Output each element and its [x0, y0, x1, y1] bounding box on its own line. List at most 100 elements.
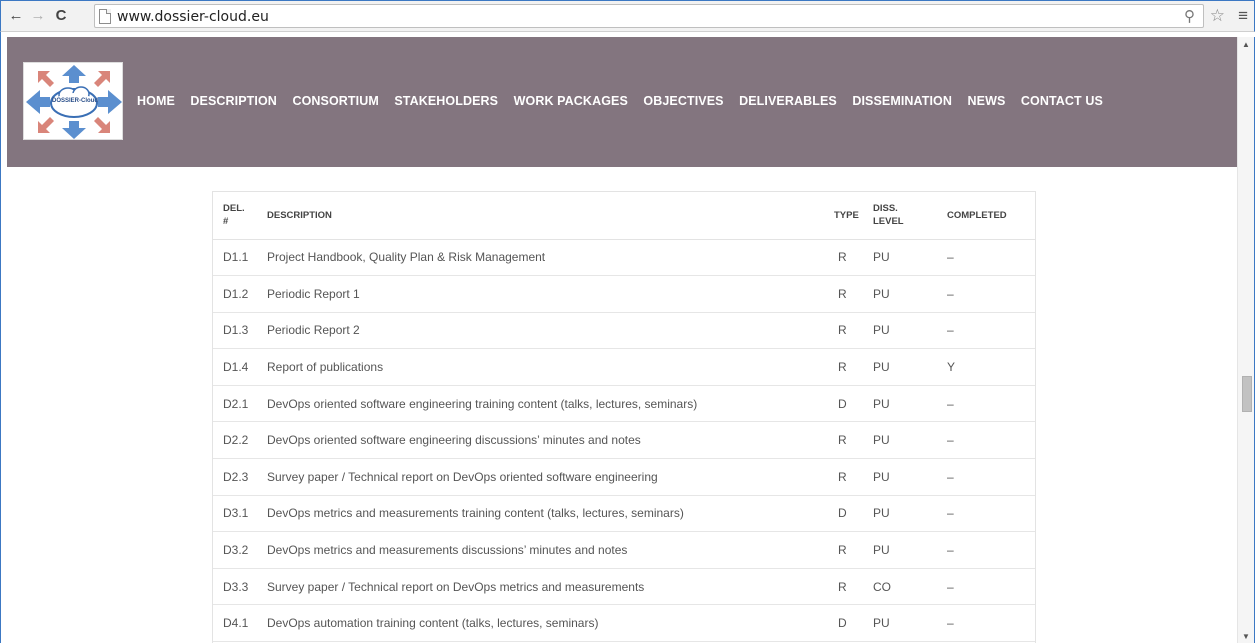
cell-description: Periodic Report 2: [258, 312, 828, 350]
deliverables-table: DEL. # DESCRIPTION TYPE DISS. LEVEL COMP…: [212, 191, 1036, 643]
bookmark-star-icon[interactable]: ☆: [1210, 6, 1225, 26]
table-row: D3.2 DevOps metrics and measurements dis…: [213, 531, 1035, 569]
cell-del: D1.3: [213, 312, 258, 350]
logo-text: DOSSIER-Cloud: [52, 98, 98, 104]
cell-description: Report of publications: [258, 348, 828, 386]
nav-work-packages[interactable]: WORK PACKAGES: [514, 94, 628, 108]
table-header-row: DEL. # DESCRIPTION TYPE DISS. LEVEL COMP…: [213, 192, 1035, 240]
cell-diss-level: PU: [865, 458, 939, 496]
table-row: D2.1 DevOps oriented software engineerin…: [213, 385, 1035, 423]
cell-completed: –: [939, 531, 1035, 569]
cell-description: DevOps oriented software engineering tra…: [258, 385, 828, 423]
nav-dissemination[interactable]: DISSEMINATION: [852, 94, 952, 108]
cell-completed: –: [939, 421, 1035, 460]
cell-completed: –: [939, 312, 1035, 350]
cell-diss-level: PU: [865, 275, 939, 313]
cell-diss-level: PU: [865, 421, 939, 460]
cell-del: D3.3: [213, 568, 258, 606]
cell-diss-level: CO: [865, 568, 939, 606]
diss-header-line1: DISS.: [873, 203, 898, 215]
scroll-thumb[interactable]: [1242, 376, 1252, 412]
cell-type: R: [828, 275, 865, 313]
column-header-del: DEL. #: [213, 192, 258, 240]
del-header-line1: DEL.: [223, 203, 245, 215]
cell-description: DevOps oriented software engineering dis…: [258, 421, 828, 460]
cell-description: DevOps automation training content (talk…: [258, 604, 828, 643]
diss-header-line2: LEVEL: [873, 216, 904, 228]
table-row: D1.4 Report of publications R PU Y: [213, 348, 1035, 386]
table-body: D1.1 Project Handbook, Quality Plan & Ri…: [213, 239, 1035, 643]
cell-del: D1.2: [213, 275, 258, 313]
table-row: D2.3 Survey paper / Technical report on …: [213, 458, 1035, 496]
back-arrow-icon[interactable]: ←: [7, 6, 25, 26]
nav-news[interactable]: NEWS: [968, 94, 1006, 108]
cell-del: D2.2: [213, 421, 258, 460]
cell-type: D: [828, 385, 865, 423]
cell-completed: –: [939, 458, 1035, 496]
cell-completed: –: [939, 604, 1035, 643]
table-row: D1.3 Periodic Report 2 R PU –: [213, 312, 1035, 350]
cell-completed: –: [939, 385, 1035, 423]
table-row: D1.2 Periodic Report 1 R PU –: [213, 275, 1035, 313]
nav-contact-us[interactable]: CONTACT US: [1021, 94, 1103, 108]
cell-type: D: [828, 495, 865, 533]
cell-type: R: [828, 531, 865, 569]
cell-type: R: [828, 421, 865, 460]
cell-description: DevOps metrics and measurements discussi…: [258, 531, 828, 569]
del-header-line2: #: [223, 216, 229, 228]
cell-description: Survey paper / Technical report on DevOp…: [258, 568, 828, 606]
cell-description: Project Handbook, Quality Plan & Risk Ma…: [258, 239, 828, 277]
nav-description[interactable]: DESCRIPTION: [190, 94, 277, 108]
scroll-up-arrow-icon[interactable]: ▲: [1242, 40, 1250, 49]
forward-arrow-icon[interactable]: →: [29, 6, 47, 26]
nav-deliverables[interactable]: DELIVERABLES: [739, 94, 837, 108]
nav-home[interactable]: HOME: [137, 94, 175, 108]
page-scrollbar[interactable]: ▲ ▼: [1237, 37, 1255, 643]
column-header-diss-level: DISS. LEVEL: [865, 192, 939, 240]
cell-diss-level: PU: [865, 239, 939, 277]
main-navigation: HOME DESCRIPTION CONSORTIUM STAKEHOLDERS…: [137, 94, 1118, 108]
table-row: D4.1 DevOps automation training content …: [213, 604, 1035, 643]
cell-type: R: [828, 348, 865, 386]
table-row: D3.1 DevOps metrics and measurements tra…: [213, 495, 1035, 533]
cell-description: Survey paper / Technical report on DevOp…: [258, 458, 828, 496]
cell-type: D: [828, 604, 865, 643]
cell-description: Periodic Report 1: [258, 275, 828, 313]
cell-del: D2.1: [213, 385, 258, 423]
cell-completed: –: [939, 495, 1035, 533]
zoom-icon[interactable]: ⚲: [1184, 7, 1195, 25]
table-row: D1.1 Project Handbook, Quality Plan & Ri…: [213, 239, 1035, 277]
address-bar[interactable]: www.dossier-cloud.eu ⚲ ☆: [94, 4, 1225, 28]
cell-type: R: [828, 312, 865, 350]
cell-del: D4.1: [213, 604, 258, 643]
cell-diss-level: PU: [865, 531, 939, 569]
url-text[interactable]: www.dossier-cloud.eu: [117, 9, 269, 25]
site-header: DOSSIER-Cloud HOME DESCRIPTION CONSORTIU…: [7, 37, 1237, 167]
window-edge: [0, 32, 7, 643]
cell-diss-level: PU: [865, 604, 939, 643]
cell-completed: –: [939, 568, 1035, 606]
cell-del: D1.4: [213, 348, 258, 386]
cell-diss-level: PU: [865, 348, 939, 386]
cell-del: D1.1: [213, 239, 258, 277]
cell-type: R: [828, 458, 865, 496]
cell-completed: –: [939, 275, 1035, 313]
reload-icon[interactable]: C: [52, 6, 70, 26]
browser-toolbar: ← → C www.dossier-cloud.eu ⚲ ☆ ≡: [0, 0, 1255, 32]
cell-completed: –: [939, 239, 1035, 277]
site-logo[interactable]: DOSSIER-Cloud: [23, 62, 123, 140]
browser-menu-icon[interactable]: ≡: [1238, 6, 1248, 26]
scroll-down-arrow-icon[interactable]: ▼: [1242, 632, 1250, 641]
nav-stakeholders[interactable]: STAKEHOLDERS: [394, 94, 498, 108]
nav-consortium[interactable]: CONSORTIUM: [292, 94, 378, 108]
cell-type: R: [828, 568, 865, 606]
cell-del: D2.3: [213, 458, 258, 496]
nav-objectives[interactable]: OBJECTIVES: [643, 94, 723, 108]
cell-diss-level: PU: [865, 385, 939, 423]
table-row: D3.3 Survey paper / Technical report on …: [213, 568, 1035, 606]
column-header-completed: COMPLETED: [939, 192, 1035, 240]
page-icon: [99, 9, 111, 24]
cell-completed: Y: [939, 348, 1035, 386]
table-row: D2.2 DevOps oriented software engineerin…: [213, 421, 1035, 460]
column-header-type: TYPE: [828, 192, 865, 240]
